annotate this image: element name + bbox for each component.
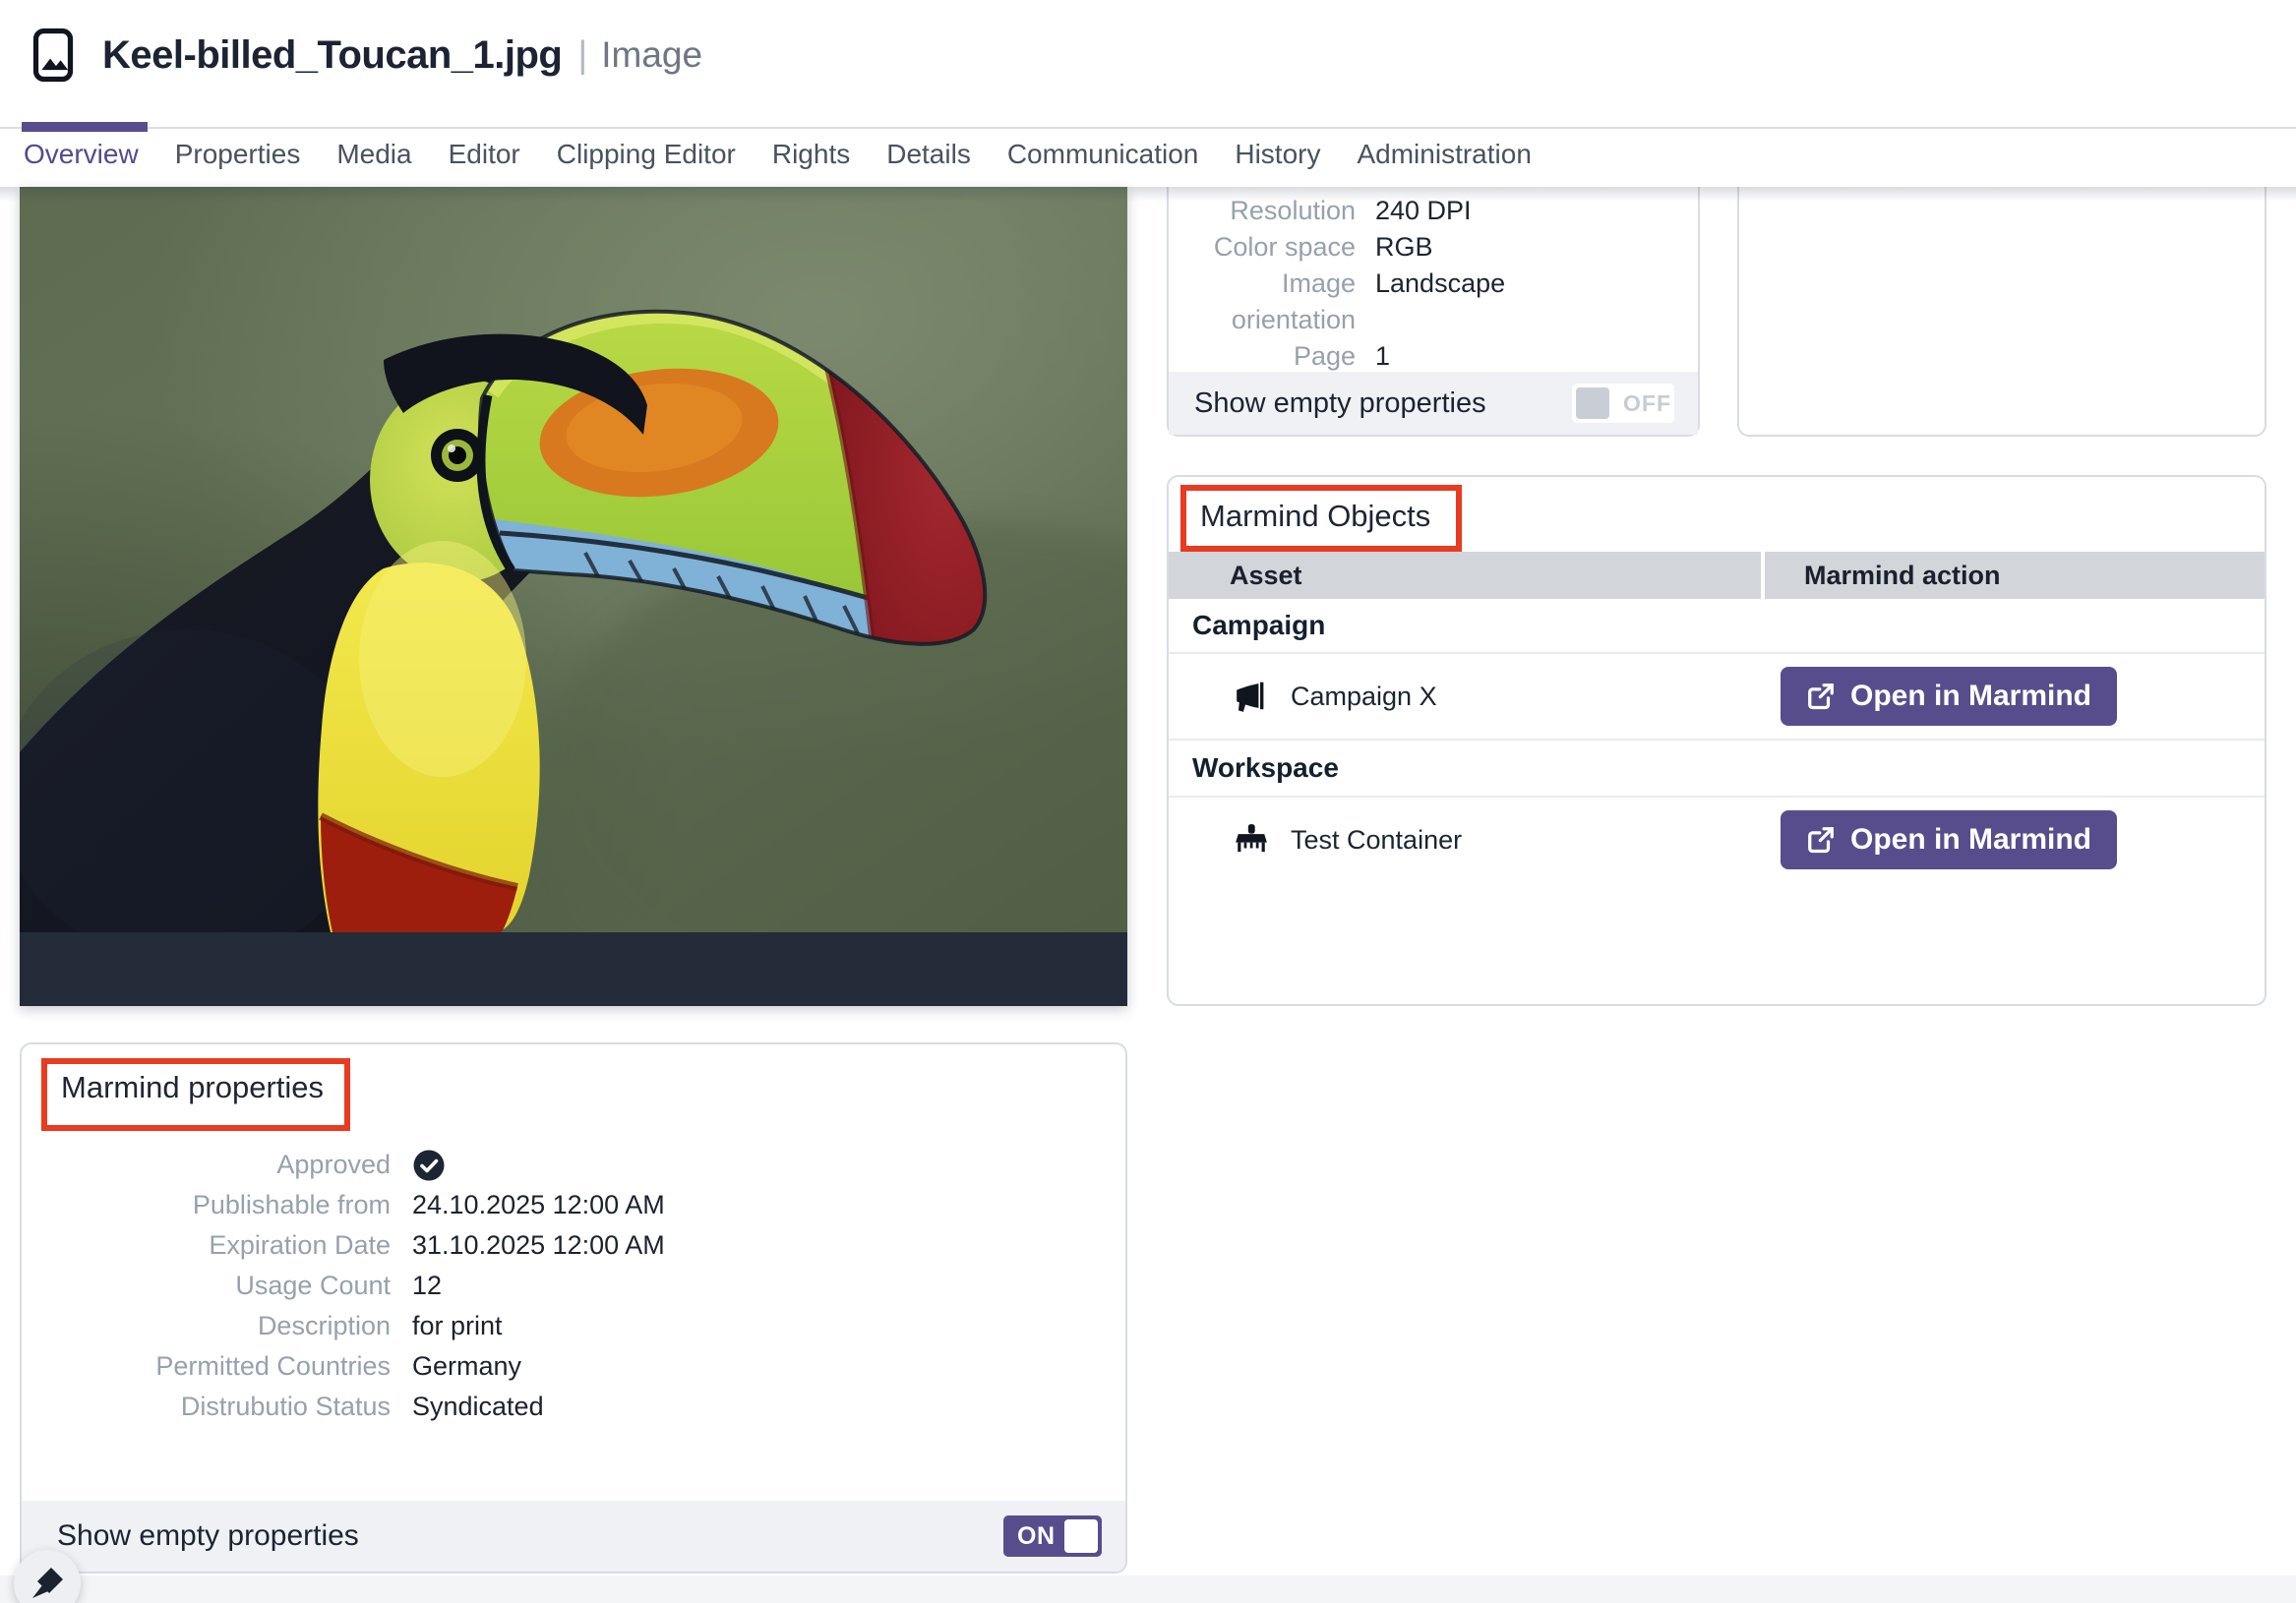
property-label: Image orientation	[1169, 266, 1356, 338]
property-label: Publishable from	[22, 1185, 391, 1225]
group-header-campaign: Campaign	[1169, 599, 2265, 654]
property-value	[391, 1145, 446, 1185]
open-in-marmind-label: Open in Marmind	[1850, 680, 2091, 713]
check-circle-icon	[412, 1149, 446, 1182]
page-title: Keel-billed_Toucan_1.jpg	[102, 33, 562, 78]
property-row: Image orientation Landscape	[1169, 266, 1698, 338]
page-header: Keel-billed_Toucan_1.jpg | Image	[26, 28, 702, 83]
show-empty-properties-bar: Show empty properties OFF	[1169, 372, 1698, 435]
show-empty-properties-bar: Show empty properties ON	[22, 1501, 1125, 1572]
show-empty-properties-label: Show empty properties	[57, 1519, 359, 1553]
asset-name: Campaign X	[1291, 682, 1437, 712]
marmind-properties-panel: Marmind properties Approved Publishable …	[20, 1042, 1127, 1573]
open-in-marmind-button[interactable]: Open in Marmind	[1781, 810, 2117, 869]
property-row: Usage Count 12	[22, 1266, 1125, 1306]
pushpin-icon	[29, 1565, 66, 1602]
show-empty-properties-toggle[interactable]: ON	[1003, 1515, 1102, 1557]
tab-history[interactable]: History	[1235, 139, 1320, 170]
property-row: Distrubutio Status Syndicated	[22, 1387, 1125, 1427]
property-row: Publishable from 24.10.2025 12:00 AM	[22, 1185, 1125, 1225]
page-bottom-strip	[0, 1575, 2296, 1603]
toggle-knob	[1576, 387, 1609, 419]
brush-icon	[1234, 822, 1269, 858]
asset-preview	[20, 187, 1127, 1006]
property-value: 24.10.2025 12:00 AM	[391, 1185, 665, 1225]
tabs-divider	[0, 127, 2296, 129]
property-label: Page	[1169, 338, 1356, 375]
tab-clipping-editor[interactable]: Clipping Editor	[557, 139, 736, 170]
toucan-photo	[20, 187, 1127, 932]
toggle-knob	[1064, 1519, 1098, 1553]
property-value: 12	[391, 1266, 442, 1306]
table-row-test-container[interactable]: Test Container Open in Marmind	[1169, 798, 2265, 882]
property-value: 1	[1356, 338, 1390, 375]
property-row: Page 1	[1169, 338, 1698, 375]
marmind-objects-panel: Marmind Objects Asset Marmind action Cam…	[1167, 475, 2266, 1006]
file-properties-panel: Resolution 240 DPI Color space RGB Image…	[1167, 187, 1700, 437]
external-link-icon	[1806, 682, 1836, 711]
property-value: Landscape	[1356, 266, 1505, 338]
property-label: Distrubutio Status	[22, 1387, 391, 1427]
property-label: Color space	[1169, 229, 1356, 266]
property-row: Approved	[22, 1145, 1125, 1185]
property-value: Germany	[391, 1346, 521, 1387]
marmind-objects-table-header: Asset Marmind action	[1169, 552, 2265, 599]
property-row: Resolution 240 DPI	[1169, 193, 1698, 229]
active-tab-indicator	[22, 122, 148, 132]
property-row: Expiration Date 31.10.2025 12:00 AM	[22, 1225, 1125, 1266]
megaphone-icon	[1234, 679, 1269, 714]
marmind-objects-title: Marmind Objects	[1200, 499, 1430, 534]
tab-rights[interactable]: Rights	[772, 139, 850, 170]
property-row: Color space RGB	[1169, 229, 1698, 266]
marmind-properties-rows: Approved Publishable from 24.10.2025 12:…	[22, 1145, 1125, 1427]
column-header-marmind-action: Marmind action	[1765, 552, 2265, 599]
toggle-state-label: OFF	[1623, 390, 1671, 417]
property-value: for print	[391, 1306, 503, 1346]
tab-details[interactable]: Details	[886, 139, 971, 170]
group-header-workspace: Workspace	[1169, 741, 2265, 798]
title-separator: |	[577, 34, 587, 77]
property-value: 31.10.2025 12:00 AM	[391, 1225, 665, 1266]
image-file-icon	[26, 28, 81, 83]
table-row-campaign-x[interactable]: Campaign X Open in Marmind	[1169, 654, 2265, 741]
open-in-marmind-label: Open in Marmind	[1850, 823, 2091, 857]
file-properties-rows: Resolution 240 DPI Color space RGB Image…	[1169, 187, 1698, 375]
column-header-asset: Asset	[1169, 552, 1761, 599]
open-in-marmind-button[interactable]: Open in Marmind	[1781, 667, 2117, 726]
show-empty-properties-label: Show empty properties	[1194, 387, 1486, 420]
property-label: Resolution	[1169, 193, 1356, 229]
property-label: Description	[22, 1306, 391, 1346]
asset-name: Test Container	[1291, 825, 1462, 856]
show-empty-properties-toggle[interactable]: OFF	[1572, 384, 1674, 423]
tab-properties[interactable]: Properties	[175, 139, 301, 170]
asset-type-label: Image	[601, 34, 702, 76]
property-label: Usage Count	[22, 1266, 391, 1306]
property-value: Syndicated	[391, 1387, 544, 1427]
tab-administration[interactable]: Administration	[1357, 139, 1531, 170]
property-value: 240 DPI	[1356, 193, 1472, 229]
property-value: RGB	[1356, 229, 1433, 266]
marmind-objects-table-body: Campaign Campaign X Open in Marmind	[1169, 599, 2265, 882]
toggle-state-label: ON	[1017, 1522, 1056, 1551]
marmind-properties-title: Marmind properties	[61, 1070, 324, 1105]
empty-side-panel	[1737, 187, 2266, 437]
tab-overview[interactable]: Overview	[24, 139, 139, 170]
property-row: Permitted Countries Germany	[22, 1346, 1125, 1387]
tab-bar: Overview Properties Media Editor Clippin…	[24, 139, 1532, 170]
property-label: Approved	[22, 1145, 391, 1185]
tab-editor[interactable]: Editor	[449, 139, 520, 170]
external-link-icon	[1806, 825, 1836, 855]
tab-communication[interactable]: Communication	[1007, 139, 1199, 170]
preview-letterbox	[20, 932, 1127, 1006]
property-label: Expiration Date	[22, 1225, 391, 1266]
asset-detail-page: Keel-billed_Toucan_1.jpg | Image Overvie…	[0, 0, 2296, 1603]
property-label: Permitted Countries	[22, 1346, 391, 1387]
property-row: Description for print	[22, 1306, 1125, 1346]
tab-media[interactable]: Media	[336, 139, 411, 170]
